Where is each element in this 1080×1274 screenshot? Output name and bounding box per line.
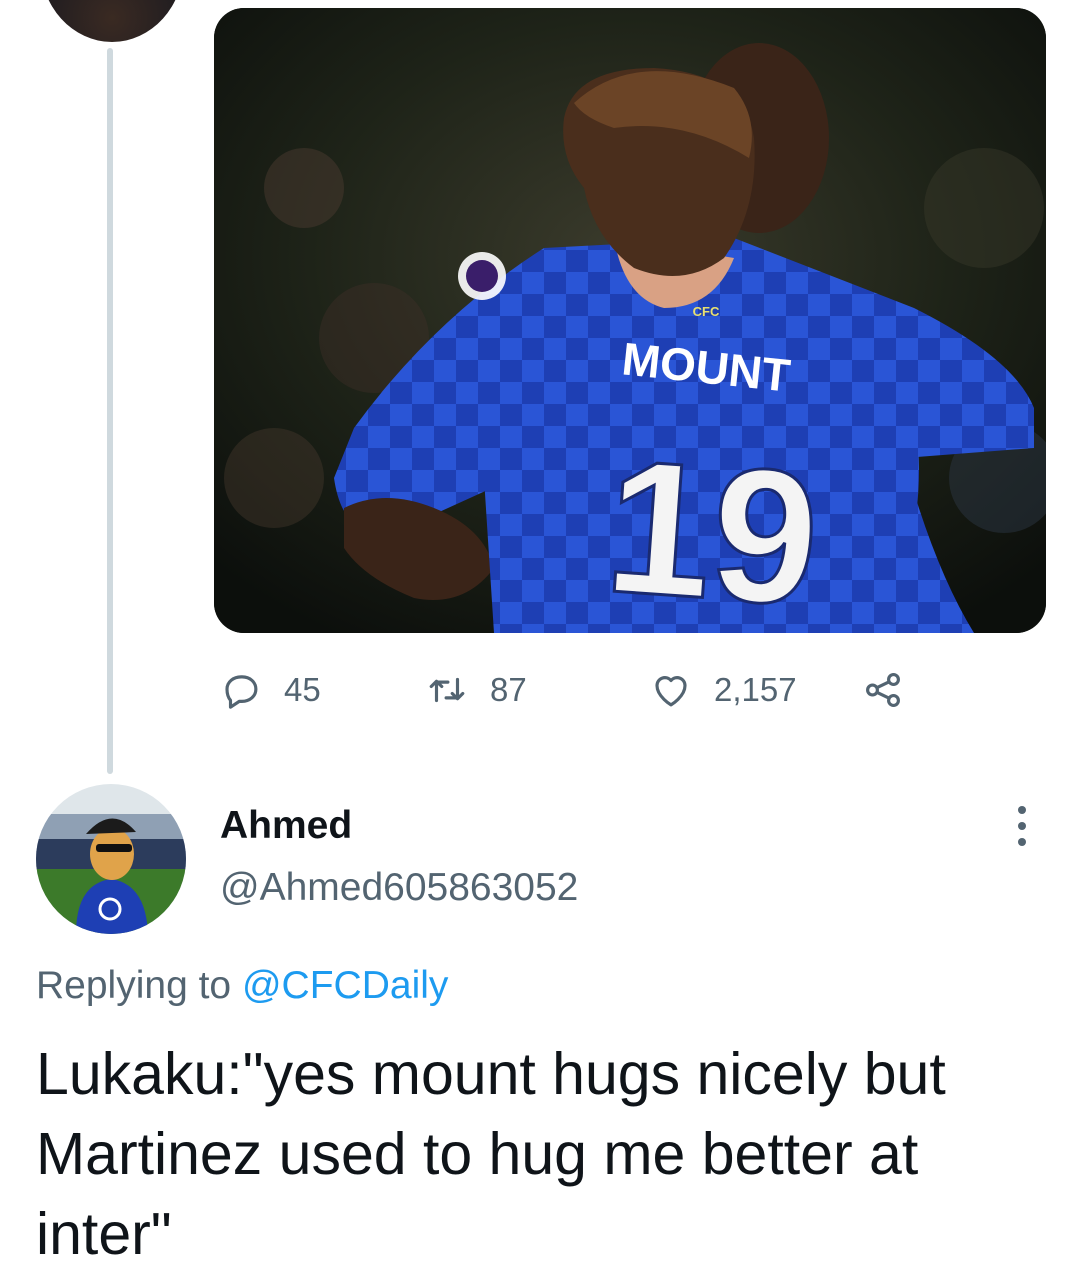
replying-to-mention[interactable]: @CFCDaily bbox=[242, 964, 448, 1007]
replying-to-prefix: Replying to bbox=[36, 964, 232, 1007]
reply-author-name[interactable]: Ahmed bbox=[220, 804, 352, 848]
speech-bubble-icon bbox=[225, 675, 258, 709]
heart-icon bbox=[655, 676, 687, 707]
share-button[interactable] bbox=[862, 664, 904, 716]
more-vertical-icon[interactable] bbox=[1010, 806, 1034, 846]
jersey-crest-text: CFC bbox=[693, 304, 720, 319]
reply-author-avatar[interactable] bbox=[36, 784, 186, 934]
replying-to-line: Replying to @CFCDaily bbox=[36, 964, 448, 1008]
reply-button[interactable]: 45 bbox=[220, 664, 321, 716]
reply-author-handle[interactable]: @Ahmed605863052 bbox=[220, 866, 578, 910]
share-icon bbox=[866, 673, 900, 707]
retweet-count: 87 bbox=[490, 671, 527, 708]
retweet-button[interactable]: 87 bbox=[426, 664, 527, 716]
tweet-action-bar: 45 87 2,157 bbox=[0, 664, 1080, 716]
retweet-icon bbox=[429, 677, 465, 703]
jersey-number-text: 19 bbox=[599, 420, 825, 633]
reply-count: 45 bbox=[284, 671, 321, 708]
like-count: 2,157 bbox=[714, 671, 797, 708]
like-button[interactable]: 2,157 bbox=[650, 664, 797, 716]
reply-tweet-text: Lukaku:"yes mount hugs nicely but Martin… bbox=[36, 1041, 946, 1267]
tweet-media-image[interactable]: CFC MOUNT 19 bbox=[214, 8, 1046, 633]
previous-author-avatar[interactable] bbox=[40, 0, 184, 42]
